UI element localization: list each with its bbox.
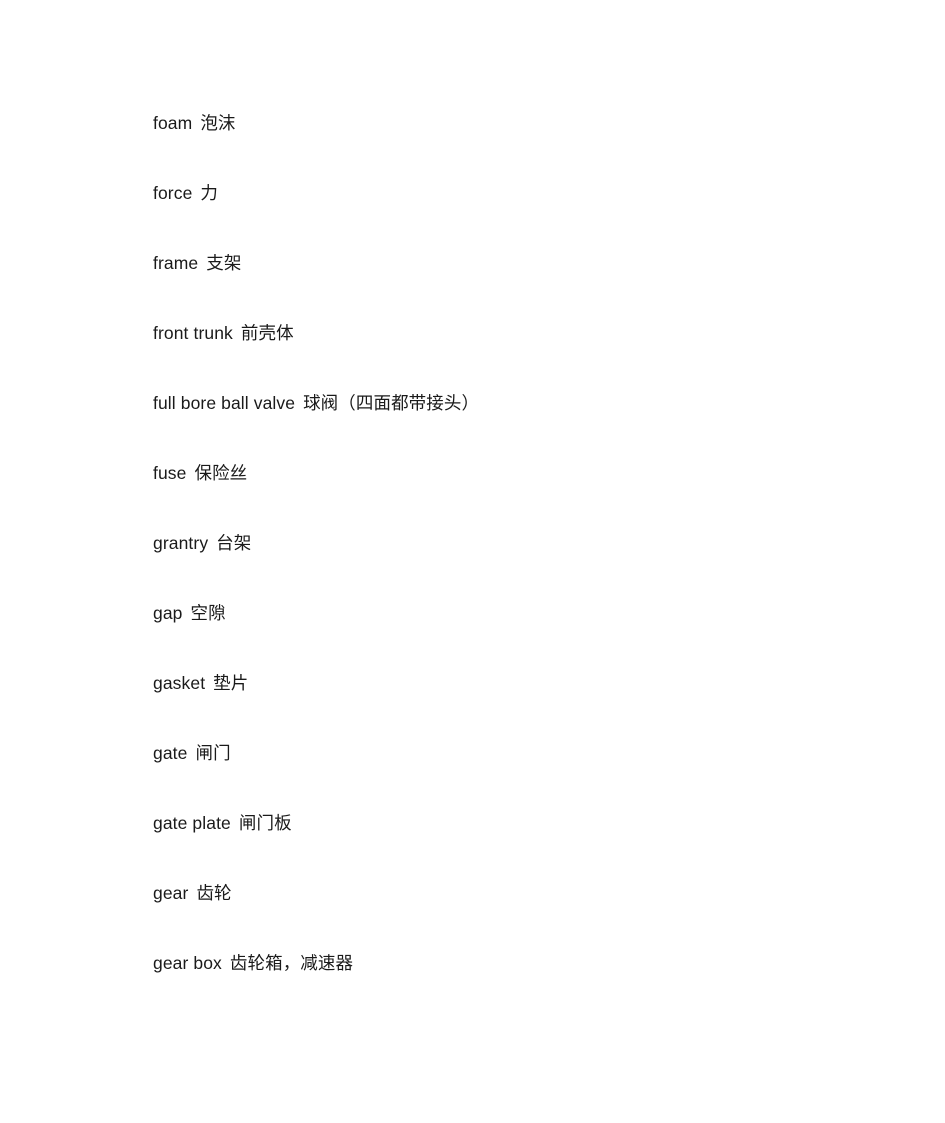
glossary-term-chinese: 台架 <box>216 533 252 553</box>
glossary-term-english: frame <box>153 253 199 273</box>
document-page: foam 泡沫 force 力 frame 支架 front trunk 前壳体 full bo… <box>0 0 945 1123</box>
glossary-term-chinese: 闸门板 <box>238 813 292 833</box>
glossary-list: foam 泡沫 force 力 frame 支架 front trunk 前壳体 full bo… <box>153 88 853 998</box>
glossary-term-english: front trunk <box>153 323 233 343</box>
glossary-entry: foam 泡沫 <box>153 88 853 158</box>
glossary-entry: gate plate 闸门板 <box>153 788 853 858</box>
glossary-term-english: foam <box>153 113 193 133</box>
glossary-term-english: full bore ball valve <box>153 393 296 413</box>
glossary-entry: grantry 台架 <box>153 508 853 578</box>
glossary-term-chinese: 球阀（四面都带接头） <box>303 393 480 413</box>
glossary-term-english: gasket <box>153 673 206 693</box>
glossary-term-english: gate plate <box>153 813 231 833</box>
glossary-term-chinese: 齿轮箱，减速器 <box>229 953 354 973</box>
glossary-term-english: gap <box>153 603 183 623</box>
glossary-term-chinese: 空隙 <box>190 603 226 623</box>
glossary-term-chinese: 垫片 <box>213 673 249 693</box>
glossary-entry: force 力 <box>153 158 853 228</box>
glossary-term-english: gear <box>153 883 189 903</box>
glossary-term-chinese: 力 <box>200 183 219 203</box>
glossary-entry: gear 齿轮 <box>153 858 853 928</box>
glossary-entry: fuse 保险丝 <box>153 438 853 508</box>
glossary-term-chinese: 保险丝 <box>194 463 248 483</box>
glossary-entry: full bore ball valve 球阀（四面都带接头） <box>153 368 853 438</box>
glossary-term-english: grantry <box>153 533 209 553</box>
glossary-entry: frame 支架 <box>153 228 853 298</box>
glossary-entry: gasket 垫片 <box>153 648 853 718</box>
glossary-term-chinese: 支架 <box>206 253 242 273</box>
glossary-term-english: gear box <box>153 953 222 973</box>
glossary-term-chinese: 闸门 <box>195 743 231 763</box>
glossary-entry: gate 闸门 <box>153 718 853 788</box>
glossary-term-english: fuse <box>153 463 187 483</box>
glossary-term-chinese: 齿轮 <box>196 883 232 903</box>
glossary-term-english: gate <box>153 743 188 763</box>
glossary-term-chinese: 泡沫 <box>200 113 236 133</box>
glossary-entry: gear box 齿轮箱，减速器 <box>153 928 853 998</box>
glossary-entry: front trunk 前壳体 <box>153 298 853 368</box>
glossary-term-english: force <box>153 183 193 203</box>
glossary-entry: gap 空隙 <box>153 578 853 648</box>
glossary-term-chinese: 前壳体 <box>240 323 294 343</box>
